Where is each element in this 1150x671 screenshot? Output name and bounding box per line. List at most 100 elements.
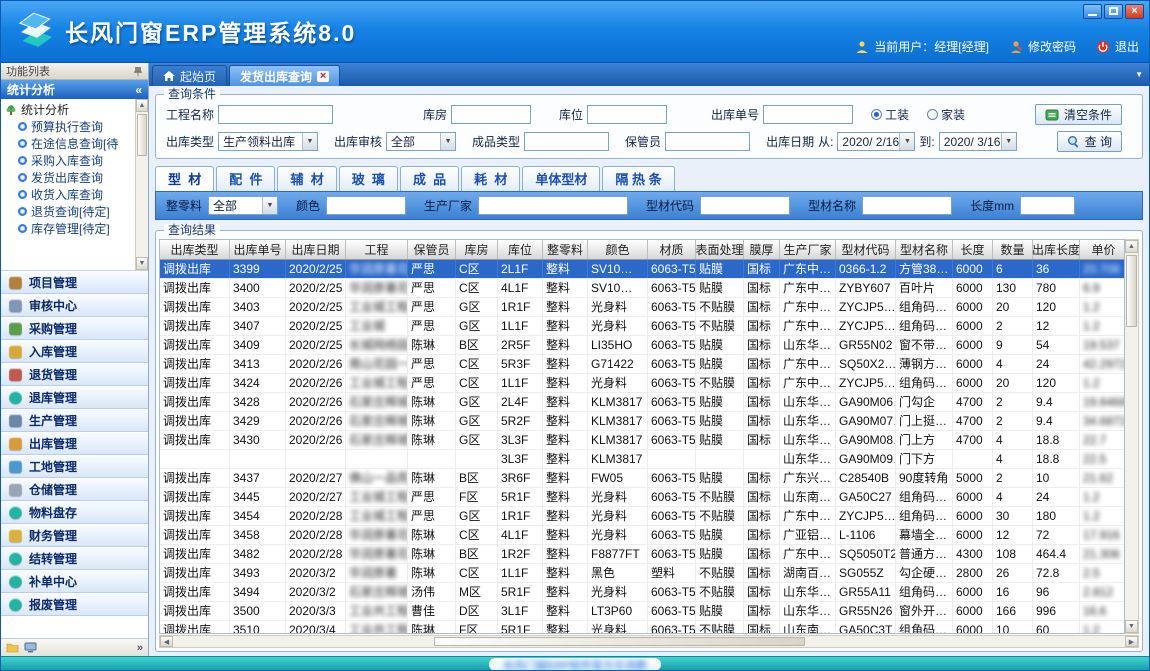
table-row[interactable]: 调拨出库34932020/3/2华润原著陈琳C区1L1F整料黑色塑料不贴膜国标湖…	[160, 564, 1124, 583]
material-tab[interactable]: 隔 热 条	[602, 166, 674, 191]
tree-item[interactable]: 库存管理[待定]	[1, 220, 135, 237]
column-header[interactable]: 保管员	[408, 240, 456, 259]
audit-select[interactable]: 全部 ▼	[386, 132, 456, 151]
column-header[interactable]: 库位	[498, 240, 543, 259]
material-tab[interactable]: 配 件	[216, 166, 275, 191]
keeper-input[interactable]	[665, 132, 750, 151]
table-row[interactable]: 调拨出库34452020/2/27工业城工程严思F区5R1F整料光身料6063-…	[160, 488, 1124, 507]
change-password-link[interactable]: 修改密码	[1028, 38, 1076, 55]
date-to-select[interactable]: 2020/ 3/16 ▼	[939, 132, 1017, 151]
close-button[interactable]: ×	[1125, 4, 1144, 19]
tree-item[interactable]: 预算执行查询	[1, 118, 135, 135]
sidebar-accordion-item[interactable]: 财务管理	[1, 524, 148, 547]
dropdown-arrow-icon[interactable]: ▼	[262, 197, 277, 214]
dropdown-arrow-icon[interactable]: ▼	[899, 133, 914, 150]
column-header[interactable]: 长度	[953, 240, 993, 259]
column-header[interactable]: 生产厂家	[780, 240, 836, 259]
material-tab[interactable]: 型 材	[155, 166, 214, 191]
table-row[interactable]: 调拨出库35002020/3/3工业共工程曹佳D区3L1F整料LT3P60606…	[160, 602, 1124, 621]
sidebar-accordion-item[interactable]: 补单中心	[1, 570, 148, 593]
column-header[interactable]: 工程	[346, 240, 408, 259]
table-row[interactable]: 调拨出库35102020/3/4工业共工程陈琳F区5R1F整料光身料6063-T…	[160, 621, 1124, 634]
tab-close-icon[interactable]: ×	[317, 71, 329, 82]
table-row[interactable]: 调拨出库34032020/2/25工业城工程严思G区1R1F整料光身料6063-…	[160, 298, 1124, 317]
table-row[interactable]: 调拨出库34372020/2/27佛山一品苑陈琳B区3R6F整料FW056063…	[160, 469, 1124, 488]
profile-name-input[interactable]	[862, 196, 952, 215]
sidebar-accordion-item[interactable]: 入库管理	[1, 340, 148, 363]
maximize-button[interactable]	[1104, 4, 1123, 19]
scroll-down-icon[interactable]: ▼	[136, 257, 148, 270]
column-header[interactable]: 出库日期	[286, 240, 346, 259]
table-row[interactable]: 调拨出库34132020/2/26南山花园一期严思C区5R3F整料G714226…	[160, 355, 1124, 374]
sidebar-group-header[interactable]: 统计分析 «	[1, 80, 148, 99]
tab-home[interactable]: 起始页	[152, 65, 227, 86]
sidebar-accordion-item[interactable]: 退货管理	[1, 363, 148, 386]
column-header[interactable]: 整零料	[543, 240, 588, 259]
folder-view-icon[interactable]	[6, 642, 19, 653]
more-icon[interactable]: »	[137, 642, 143, 654]
table-vertical-scrollbar[interactable]: ▲ ▼	[1125, 239, 1139, 634]
table-horizontal-scrollbar[interactable]: ◀ ▶	[159, 635, 1139, 648]
sidebar-accordion-item[interactable]: 项目管理	[1, 271, 148, 294]
scroll-down-icon[interactable]: ▼	[1125, 620, 1138, 633]
tree-item[interactable]: 发货出库查询	[1, 169, 135, 186]
sidebar-accordion-item[interactable]: 审核中心	[1, 294, 148, 317]
minimize-button[interactable]	[1083, 4, 1102, 19]
vertical-scroll-thumb[interactable]	[1126, 255, 1137, 327]
table-row[interactable]: 调拨出库34072020/2/25工业城严思G区1L1F整料光身料6063-T5…	[160, 317, 1124, 336]
pin-icon[interactable]	[133, 66, 143, 77]
length-input[interactable]	[1020, 196, 1075, 215]
tree-item[interactable]: 在途信息查询[待	[1, 135, 135, 152]
location-input[interactable]	[587, 105, 667, 124]
table-row[interactable]: 调拨出库34092020/2/25长城网络园陈琳B区2R5F整料LI35HO60…	[160, 336, 1124, 355]
column-header[interactable]: 材质	[648, 240, 696, 259]
table-row[interactable]: 调拨出库34292020/2/26石家庄辉城陈琳G区5R2F整料KLM38176…	[160, 412, 1124, 431]
sidebar-accordion-item[interactable]: 物料盘存	[1, 501, 148, 524]
column-header[interactable]: 出库类型	[160, 240, 230, 259]
profile-code-input[interactable]	[700, 196, 790, 215]
sidebar-accordion-item[interactable]: 生产管理	[1, 409, 148, 432]
tree-root[interactable]: 统计分析	[1, 101, 135, 118]
table-row[interactable]: 调拨出库34942020/3/2石家庄辉城汤伟M区5R1F整料光身料6063-T…	[160, 583, 1124, 602]
tab-shipping-outbound-query[interactable]: 发货出库查询 ×	[229, 65, 340, 86]
date-from-select[interactable]: 2020/ 2/16 ▼	[837, 132, 915, 151]
material-tab[interactable]: 辅 材	[277, 166, 336, 191]
sidebar-accordion-item[interactable]: 工地管理	[1, 455, 148, 478]
table-row[interactable]: 调拨出库34242020/2/26工业城工程严思C区1L1F整料光身料6063-…	[160, 374, 1124, 393]
column-header[interactable]: 表面处理	[696, 240, 744, 259]
logout-link[interactable]: 退出	[1115, 38, 1139, 55]
table-row[interactable]: 调拨出库34582020/2/28华润原著花园陈琳C区4L1F整料光身料6063…	[160, 526, 1124, 545]
search-button[interactable]: 查 询	[1057, 131, 1122, 152]
dropdown-arrow-icon[interactable]: ▼	[302, 133, 317, 150]
collapse-icon[interactable]: «	[135, 83, 142, 97]
table-row[interactable]: 调拨出库34822020/2/28华润原著花园陈琳B区1R2F整料F8877FT…	[160, 545, 1124, 564]
scroll-left-icon[interactable]: ◀	[160, 636, 173, 647]
warehouse-input[interactable]	[451, 105, 531, 124]
column-header[interactable]: 数量	[993, 240, 1033, 259]
column-header[interactable]: 颜色	[588, 240, 648, 259]
scroll-up-icon[interactable]: ▲	[136, 99, 148, 112]
table-row[interactable]: 3L3F整料KLM3817山东华…GA90M09…门下方418.822.5423	[160, 450, 1124, 469]
order-no-input[interactable]	[763, 105, 853, 124]
horizontal-scroll-thumb[interactable]	[434, 637, 806, 646]
dropdown-arrow-icon[interactable]: ▼	[440, 133, 455, 150]
whole-partial-select[interactable]: 全部 ▼	[208, 196, 278, 215]
radio-home-decor[interactable]: 家装	[927, 106, 965, 123]
product-type-input[interactable]	[524, 132, 609, 151]
sidebar-accordion-item[interactable]: 仓储管理	[1, 478, 148, 501]
column-header[interactable]: 型材名称	[896, 240, 953, 259]
sidebar-accordion-item[interactable]: 结转管理	[1, 547, 148, 570]
radio-industrial[interactable]: 工装	[871, 106, 909, 123]
tree-item[interactable]: 收货入库查询	[1, 186, 135, 203]
tree-scroll-thumb[interactable]	[137, 114, 147, 156]
material-tab[interactable]: 耗 材	[461, 166, 520, 191]
tree-item[interactable]: 退货查询[待定]	[1, 203, 135, 220]
scroll-up-icon[interactable]: ▲	[1125, 240, 1138, 253]
tree-scrollbar[interactable]: ▲ ▼	[135, 99, 148, 270]
material-tab[interactable]: 成 品	[400, 166, 459, 191]
manufacturer-input[interactable]	[478, 196, 628, 215]
sidebar-accordion-item[interactable]: 出库管理	[1, 432, 148, 455]
material-tab[interactable]: 玻 璃	[339, 166, 398, 191]
material-tab[interactable]: 单体型材	[522, 166, 600, 191]
column-header[interactable]: 库房	[456, 240, 498, 259]
